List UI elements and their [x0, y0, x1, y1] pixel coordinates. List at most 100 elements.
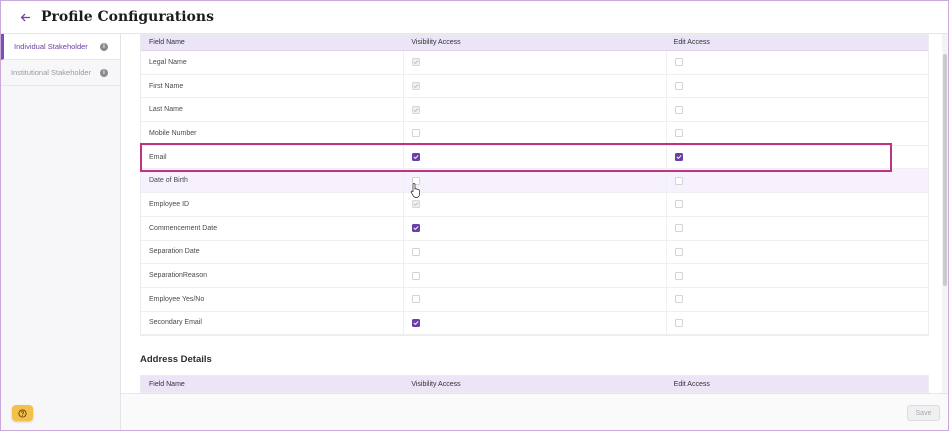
table-row: Last Name: [141, 98, 928, 123]
address-details-title: Address Details: [140, 354, 212, 365]
field-name-cell: Mobile Number: [149, 129, 197, 137]
edit-cell: [665, 287, 928, 311]
visibility-cell: [403, 216, 665, 240]
edit-checkbox[interactable]: [674, 176, 683, 185]
edit-checkbox[interactable]: [674, 58, 683, 67]
table-row: Date of Birth: [141, 169, 928, 194]
edit-cell: [665, 216, 928, 240]
visibility-checkbox[interactable]: [412, 247, 421, 256]
edit-cell: [665, 145, 928, 169]
field-name-cell: Employee ID: [149, 200, 190, 208]
hand-cursor-icon: [410, 183, 420, 198]
visibility-checkbox: [412, 58, 421, 67]
visibility-cell: [403, 240, 665, 264]
edit-cell: [665, 74, 928, 98]
field-name-cell: Secondary Email: [149, 319, 202, 327]
edit-cell: [665, 311, 928, 335]
table-row: First Name: [141, 74, 928, 99]
table-row: Legal Name: [141, 51, 928, 75]
field-name-cell: SeparationReason: [149, 272, 207, 280]
visibility-checkbox: [412, 105, 421, 114]
edit-cell: [665, 240, 928, 264]
arrow-left-icon[interactable]: [20, 10, 34, 24]
question-icon: [18, 408, 27, 418]
info-icon[interactable]: i: [100, 68, 108, 77]
table-row: SeparationReason: [141, 264, 928, 288]
address-details-table: Field Name Visibility Access Edit Access: [140, 375, 929, 393]
visibility-checkbox[interactable]: [412, 295, 421, 304]
edit-checkbox[interactable]: [674, 295, 683, 304]
visibility-cell: [403, 287, 665, 311]
table-row: Employee ID: [141, 193, 928, 217]
main-content: Field Name Visibility Access Edit Access…: [121, 34, 948, 394]
visibility-cell: [403, 98, 665, 122]
edit-checkbox[interactable]: [674, 153, 683, 162]
field-name-cell: Legal Name: [149, 58, 187, 66]
field-name-cell: Separation Date: [149, 248, 200, 256]
visibility-checkbox[interactable]: [412, 129, 421, 138]
edit-checkbox[interactable]: [674, 200, 683, 209]
save-button[interactable]: Save: [907, 405, 940, 421]
info-icon[interactable]: i: [100, 42, 108, 51]
edit-checkbox[interactable]: [674, 105, 683, 114]
edit-cell: [665, 51, 928, 74]
field-name-cell: First Name: [149, 82, 184, 90]
field-access-table: Field Name Visibility Access Edit Access…: [140, 34, 929, 337]
scrollbar[interactable]: [942, 34, 948, 394]
edit-checkbox[interactable]: [674, 224, 683, 233]
edit-cell: [665, 122, 928, 145]
table-row: Commencement Date: [141, 216, 928, 241]
column-header-edit-access: Edit Access: [673, 39, 710, 46]
edit-checkbox[interactable]: [674, 318, 683, 327]
visibility-checkbox[interactable]: [412, 318, 421, 327]
help-button[interactable]: [12, 405, 33, 421]
visibility-cell: [403, 169, 665, 193]
table-row: Separation Date: [141, 240, 928, 265]
edit-checkbox[interactable]: [674, 271, 683, 280]
visibility-checkbox[interactable]: [412, 153, 421, 162]
column-header-field-name: Field Name: [149, 380, 185, 388]
sidebar-item-individual-stakeholder[interactable]: Individual Stakeholder i: [1, 34, 120, 60]
page-title: Profile Configurations: [41, 9, 214, 25]
edit-checkbox[interactable]: [674, 129, 683, 138]
field-name-cell: Last Name: [149, 106, 183, 114]
edit-checkbox[interactable]: [674, 247, 683, 256]
visibility-checkbox[interactable]: [412, 271, 421, 280]
edit-checkbox[interactable]: [674, 82, 683, 91]
sidebar-item-institutional-stakeholder[interactable]: Institutional Stakeholder i: [1, 60, 120, 86]
field-name-cell: Email: [149, 153, 167, 161]
sidebar-item-label: Individual Stakeholder: [14, 42, 88, 51]
visibility-checkbox: [412, 82, 421, 91]
table-header: Field Name Visibility Access Edit Access: [141, 376, 928, 392]
table-row: Email: [141, 145, 928, 170]
column-header-field-name: Field Name: [149, 39, 185, 46]
edit-cell: [665, 193, 928, 216]
table-row: Employee Yes/No: [141, 287, 928, 312]
visibility-checkbox: [412, 200, 421, 209]
edit-cell: [665, 169, 928, 193]
column-header-edit-access: Edit Access: [673, 380, 710, 388]
visibility-cell: [403, 74, 665, 98]
field-name-cell: Employee Yes/No: [149, 295, 205, 303]
sidebar: Individual Stakeholder i Institutional S…: [1, 34, 121, 430]
field-name-cell: Commencement Date: [149, 224, 218, 232]
edit-cell: [665, 98, 928, 122]
top-bar: Profile Configurations: [1, 1, 948, 34]
scrollbar-thumb[interactable]: [943, 54, 947, 286]
visibility-cell: [403, 311, 665, 335]
visibility-cell: [403, 145, 665, 169]
table-row: Secondary Email: [141, 311, 928, 336]
table-header: Field Name Visibility Access Edit Access: [141, 35, 928, 51]
edit-cell: [665, 264, 928, 287]
table-row: Mobile Number: [141, 122, 928, 146]
field-name-cell: Date of Birth: [149, 177, 188, 185]
visibility-cell: [403, 51, 665, 74]
column-header-visibility-access: Visibility Access: [411, 39, 461, 46]
footer: Save: [121, 393, 948, 430]
sidebar-item-label: Institutional Stakeholder: [11, 68, 92, 77]
visibility-cell: [403, 193, 665, 216]
column-header-visibility-access: Visibility Access: [411, 380, 461, 388]
visibility-cell: [403, 264, 665, 287]
visibility-cell: [403, 122, 665, 145]
visibility-checkbox[interactable]: [412, 224, 421, 233]
